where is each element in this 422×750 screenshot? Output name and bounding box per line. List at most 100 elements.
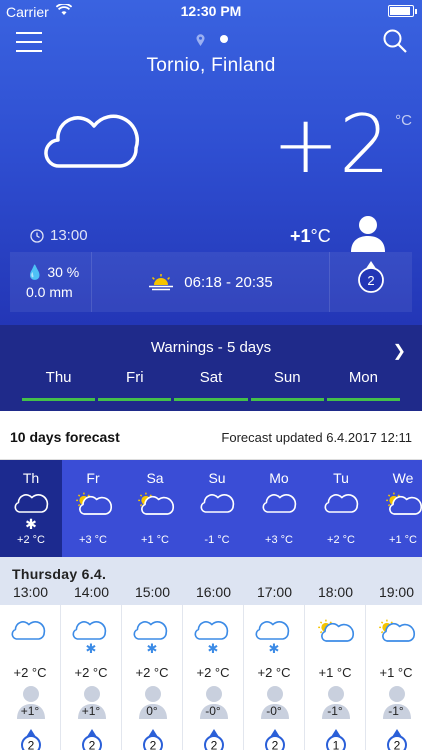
hour-column[interactable]: +2 °C +1° 2 xyxy=(0,605,61,750)
partly-cloudy-icon xyxy=(62,492,124,522)
warning-day-label: Sun xyxy=(273,369,301,386)
forecast-day[interactable]: Su -1 °C xyxy=(186,460,248,557)
warning-day-label: Mon xyxy=(348,369,378,386)
forecast-day-temp: +2 °C xyxy=(327,534,355,546)
forecast-day-name: Fr xyxy=(86,470,100,486)
warnings-panel[interactable]: Warnings - 5 days ❯ Thu Fri Sat Sun Mon xyxy=(0,325,422,411)
partly-cloudy-icon xyxy=(372,492,422,522)
forecast-day[interactable]: Th ✱ +2 °C xyxy=(0,460,62,557)
svg-text:2: 2 xyxy=(28,739,35,750)
forecast-title: 10 days forecast xyxy=(10,429,120,445)
svg-text:2: 2 xyxy=(211,739,218,750)
partly-cloudy-icon xyxy=(376,619,416,648)
warning-day[interactable]: Sun xyxy=(250,369,324,401)
forecast-day-temp: +3 °C xyxy=(79,534,107,546)
hour-time: 18:00 xyxy=(317,584,354,600)
location-page-icon[interactable] xyxy=(196,33,205,51)
hour-time: 13:00 xyxy=(12,584,49,600)
chevron-right-icon[interactable]: ❯ xyxy=(393,341,406,361)
warning-day[interactable]: Mon xyxy=(326,369,401,401)
forecast-day-name: We xyxy=(392,470,414,486)
hour-column[interactable]: ✱ +2 °C +1° 2 xyxy=(61,605,122,750)
warning-days: Thu Fri Sat Sun Mon xyxy=(22,369,401,401)
hour-temp: +2 °C xyxy=(74,665,108,680)
forecast-day-temp: +1 °C xyxy=(389,534,417,546)
warning-level-bar xyxy=(250,398,324,401)
cloud-icon xyxy=(10,619,46,646)
hour-feels-like: +1° xyxy=(81,704,101,718)
wind-direction-icon: 2 xyxy=(138,729,168,750)
snowflake-icon: ✱ xyxy=(25,516,37,532)
warning-level-bar xyxy=(174,398,248,401)
hour-time: 17:00 xyxy=(256,584,293,600)
hour-feels-like: +1° xyxy=(20,704,40,718)
hour-column[interactable]: ✱ +2 °C 0° 2 xyxy=(122,605,183,750)
hour-column[interactable]: ✱ +2 °C -0° 2 xyxy=(244,605,305,750)
snowflake-icon: ✱ xyxy=(207,641,219,656)
hour-temp: +1 °C xyxy=(379,665,413,680)
wind-direction-icon: 2 xyxy=(382,729,412,750)
forecast-day-temp: +2 °C xyxy=(17,534,45,546)
hourly-forecast-row[interactable]: +2 °C +1° 2 ✱ +2 °C +1° 2 ✱ +2 °C 0° 2 ✱ +2 °C -0° 2 ✱ +… xyxy=(0,605,422,750)
forecast-day-temp: +1 °C xyxy=(141,534,169,546)
svg-text:2: 2 xyxy=(394,739,401,750)
feels-like-value: +1 xyxy=(290,226,311,246)
cloud-icon xyxy=(186,492,248,522)
precipitation-cell: 💧 30 % 0.0 mm xyxy=(10,252,92,312)
wind-direction-icon: 1 xyxy=(321,729,351,750)
daily-forecast-row[interactable]: Th ✱ +2 °C Fr +3 °C Sa +1 °C Su -1 °C Mo +3 °C Tu +2… xyxy=(0,460,422,557)
hero-panel: Carrier 12:30 PM Tornio, Finland +2 °C 1… xyxy=(0,0,422,325)
forecast-day-name: Tu xyxy=(333,470,349,486)
search-icon[interactable] xyxy=(382,28,408,54)
hour-feels-like: -0° xyxy=(266,704,282,718)
forecast-day[interactable]: Sa +1 °C xyxy=(124,460,186,557)
snowflake-icon: ✱ xyxy=(268,641,280,656)
forecast-day[interactable]: We +1 °C xyxy=(372,460,422,557)
hourly-date: Thursday 6.4. xyxy=(12,566,107,582)
precip-probability: 30 % xyxy=(47,264,80,280)
status-time: 12:30 PM xyxy=(180,3,242,19)
wind-direction-icon: 2 xyxy=(77,729,107,750)
sunrise-icon xyxy=(149,274,174,291)
hour-time: 14:00 xyxy=(73,584,110,600)
cloud-icon xyxy=(44,108,140,175)
warning-day[interactable]: Sat xyxy=(174,369,248,401)
forecast-updated: Forecast updated 6.4.2017 12:11 xyxy=(221,430,412,445)
warnings-title: Warnings - 5 days xyxy=(150,339,272,356)
svg-text:2: 2 xyxy=(150,739,157,750)
forecast-day-temp: +3 °C xyxy=(265,534,293,546)
snowflake-icon: ✱ xyxy=(146,641,158,656)
sun-times: 06:18 - 20:35 xyxy=(184,273,273,291)
forecast-day[interactable]: Tu +2 °C xyxy=(310,460,372,557)
hour-time: 19:00 xyxy=(378,584,415,600)
forecast-day[interactable]: Fr +3 °C xyxy=(62,460,124,557)
sun-cell: 06:18 - 20:35 xyxy=(92,252,330,312)
status-bar: Carrier 12:30 PM xyxy=(0,0,422,22)
hour-time: 15:00 xyxy=(134,584,171,600)
warning-day[interactable]: Thu xyxy=(22,369,96,401)
warning-day-label: Fri xyxy=(126,369,144,386)
hour-temp: +2 °C xyxy=(13,665,47,680)
wind-direction-icon: 2 xyxy=(358,261,384,293)
warning-day[interactable]: Fri xyxy=(98,369,172,401)
hour-temp: +2 °C xyxy=(257,665,291,680)
hour-column[interactable]: +1 °C -1° 1 xyxy=(305,605,366,750)
wind-speed: 2 xyxy=(367,273,374,288)
menu-icon[interactable] xyxy=(16,32,42,52)
forecast-day[interactable]: Mo +3 °C xyxy=(248,460,310,557)
hour-column[interactable]: ✱ +2 °C -0° 2 xyxy=(183,605,244,750)
page-indicator-dot[interactable] xyxy=(220,35,228,43)
battery-icon xyxy=(388,5,417,17)
hour-time: 16:00 xyxy=(195,584,232,600)
precip-amount: 0.0 mm xyxy=(26,284,73,300)
warning-level-bar xyxy=(98,398,172,401)
hour-temp: +1 °C xyxy=(318,665,352,680)
temperature-unit: °C xyxy=(395,112,412,129)
snowflake-icon: ✱ xyxy=(85,641,97,656)
forecast-day-name: Th xyxy=(22,470,40,486)
forecast-day-name: Su xyxy=(208,470,226,486)
hour-feels-like: -1° xyxy=(388,704,404,718)
wind-cell: 2 xyxy=(330,252,412,312)
cloud-icon xyxy=(310,492,372,522)
hour-column[interactable]: +1 °C -1° 2 xyxy=(366,605,422,750)
